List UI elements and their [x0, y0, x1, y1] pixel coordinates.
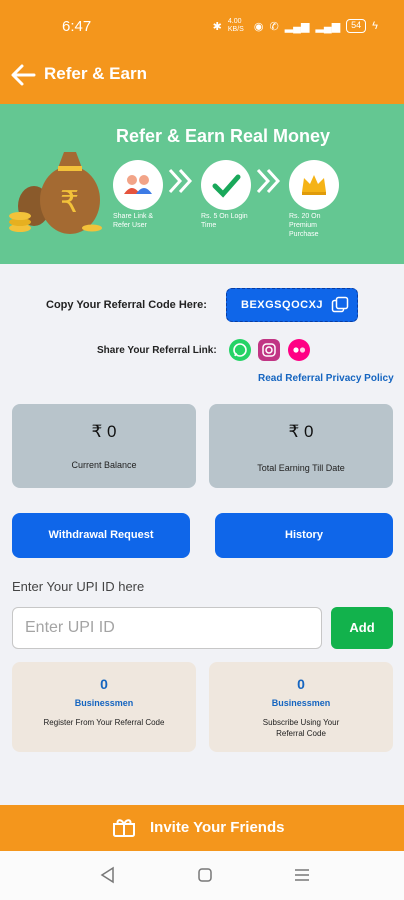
total-earning-card: ₹ 0 Total Earning Till Date [209, 404, 393, 488]
gift-icon [113, 819, 135, 837]
copy-icon[interactable] [331, 296, 349, 314]
invite-friends-label: Invite Your Friends [150, 819, 285, 836]
charging-icon: ϟ [372, 20, 378, 32]
invite-friends-button[interactable]: Invite Your Friends [0, 805, 404, 851]
system-nav-bar [0, 851, 404, 900]
instagram-icon[interactable] [258, 339, 280, 361]
money-bag-icon: ₹ [9, 152, 102, 234]
step-login-circle [201, 160, 251, 210]
svg-text:₹: ₹ [60, 185, 79, 220]
instagram-glyph-icon [262, 343, 276, 357]
registered-description: Register From Your Referral Code [43, 718, 165, 727]
withdrawal-request-button[interactable]: Withdrawal Request [12, 513, 190, 558]
step-premium-caption: Rs. 20 On Premium Purchase [289, 213, 321, 238]
total-earning-amount: ₹ 0 [288, 422, 314, 441]
signal-icon: ▂▄▆ [284, 20, 310, 33]
nav-menu-icon[interactable] [292, 865, 312, 885]
registered-label: Businessmen [74, 698, 134, 708]
status-time: 6:47 [62, 18, 92, 35]
whatsapp-icon[interactable] [229, 339, 251, 361]
battery-icon: 54 [346, 19, 367, 33]
flickr-icon[interactable] [288, 339, 310, 361]
page-title: Refer & Earn [44, 64, 147, 83]
current-balance-card: ₹ 0 Current Balance [12, 404, 196, 488]
checkmark-icon [212, 174, 241, 198]
subscribed-businessmen-card: 0 Businessmen Subscribe Using Your Refer… [209, 662, 393, 752]
step-share-circle [113, 160, 163, 210]
nav-home-icon[interactable] [195, 865, 215, 885]
upi-input[interactable] [12, 607, 322, 649]
subscribed-count: 0 [297, 676, 305, 692]
bluetooth-icon: ✱ [212, 20, 222, 33]
network-speed: 4.00 KB/S [227, 18, 244, 33]
subscribed-label: Businessmen [271, 698, 331, 708]
banner-title: Refer & Earn Real Money [116, 126, 331, 146]
share-link-label: Share Your Referral Link: [97, 345, 217, 356]
back-arrow-icon[interactable] [10, 62, 36, 88]
step-share-caption: Share Link & Refer User [113, 213, 154, 229]
flickr-glyph-icon [293, 347, 306, 353]
app-bar: Refer & Earn [0, 50, 404, 104]
current-balance-amount: ₹ 0 [91, 422, 117, 441]
status-bar: 6:47 ✱ 4.00 KB/S ◉ ✆ ▂▄▆ ▂▄▆ 54 ϟ [0, 0, 404, 50]
subscribed-description: Subscribe Using Your Referral Code [262, 718, 340, 738]
current-balance-label: Current Balance [71, 460, 137, 470]
total-earning-label: Total Earning Till Date [257, 463, 345, 473]
whatsapp-glyph-icon [233, 343, 247, 357]
referral-banner: Refer & Earn Real Money ₹ Share Link & R… [0, 104, 404, 264]
call-icon: ✆ [269, 20, 279, 33]
upi-label: Enter Your UPI ID here [12, 579, 145, 594]
referral-code-box[interactable]: BEXGSQOCXJ [226, 288, 358, 322]
step-login-caption: Rs. 5 On Login Time [201, 213, 248, 229]
chevron-right-icon [256, 168, 281, 194]
step-premium-circle [289, 160, 339, 210]
referral-code: BEXGSQOCXJ [241, 299, 324, 311]
referral-code-label: Copy Your Referral Code Here: [46, 299, 207, 311]
status-icons: ✱ 4.00 KB/S ◉ ✆ ▂▄▆ ▂▄▆ 54 ϟ [213, 18, 378, 34]
chevron-right-icon [168, 168, 193, 194]
privacy-policy-link[interactable]: Read Referral Privacy Policy [258, 373, 394, 384]
crown-icon [302, 175, 326, 195]
users-icon [124, 175, 152, 194]
history-button[interactable]: History [215, 513, 393, 558]
registered-businessmen-card: 0 Businessmen Register From Your Referra… [12, 662, 196, 752]
add-upi-button[interactable]: Add [331, 607, 393, 649]
wifi-icon: ◉ [253, 20, 264, 33]
registered-count: 0 [100, 676, 108, 692]
nav-back-icon[interactable] [98, 865, 118, 885]
signal-icon-2: ▂▄▆ [315, 20, 341, 33]
